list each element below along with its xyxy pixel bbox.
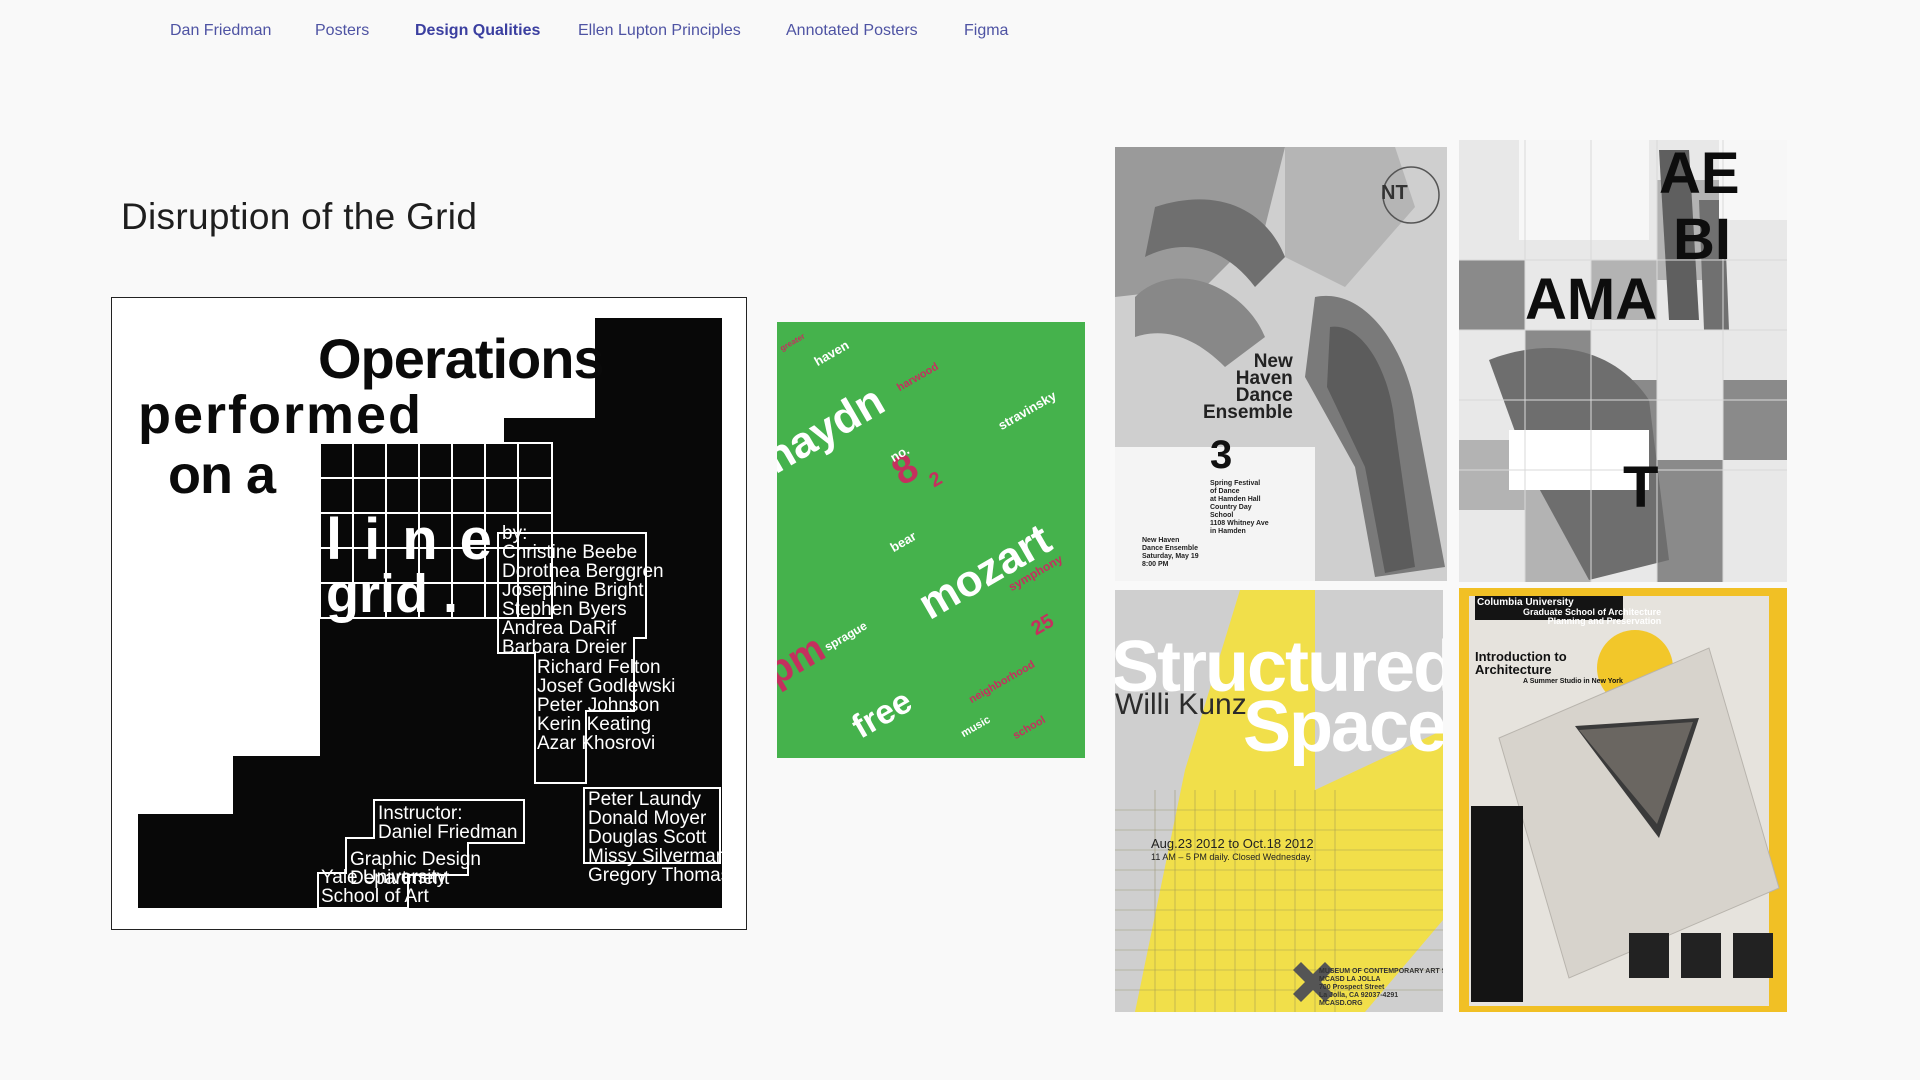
poster-headline-5: grid . [326, 564, 458, 624]
poster-free: free [845, 682, 919, 747]
dance-description: Spring Festival of Dance at Hamden Hall … [1210, 480, 1269, 535]
structured-museum: MUSEUM OF CONTEMPORARY ART SAN DIEGO MCA… [1319, 968, 1443, 1007]
structured-artist: Willi Kunz [1115, 688, 1247, 721]
structured-hours: 11 AM – 5 PM daily. Closed Wednesday. [1151, 852, 1312, 862]
poster-hand-grid[interactable]: AE BI AMA T [1459, 140, 1787, 582]
nav-posters[interactable]: Posters [315, 22, 369, 40]
grid-letters-t: T [1623, 455, 1659, 520]
poster-music: music [959, 713, 993, 740]
poster-greater: greater [778, 331, 807, 353]
poster-stravinsky: stravinsky [995, 387, 1059, 433]
structured-title-2: Space [1243, 687, 1443, 767]
grid-letters-ae: AE [1659, 141, 1740, 206]
poster-names-a: Christine Beebe Dorothea Berggren Joseph… [502, 542, 664, 658]
poster-by-label: by: [502, 523, 528, 544]
poster-names-c: Peter Laundy Donald Moyer Douglas Scott … [588, 789, 731, 886]
poster-headline-3: on a [168, 445, 276, 505]
nav-ellen-lupton-principles[interactable]: Ellen Lupton Principles [578, 22, 741, 40]
poster-harwood: harwood [895, 360, 941, 394]
poster-number-sub: 2 [925, 467, 947, 493]
poster-instructor: Instructor: Daniel Friedman [378, 803, 518, 843]
poster-new-haven-dance[interactable]: NT New Haven Dance Ensemble 3 Spring Fes… [1115, 147, 1447, 581]
poster-haydn-mozart[interactable]: haydn mozart free pm 8 2 no. stravinsky … [777, 322, 1085, 758]
dance-details: New Haven Dance Ensemble Saturday, May 1… [1142, 537, 1199, 568]
poster-school: Yale University School of Art [321, 867, 447, 907]
nav-design-qualities[interactable]: Design Qualities [415, 22, 540, 40]
poster-headline-1: Operations [318, 327, 605, 390]
poster-school-word: school [1011, 713, 1048, 742]
nav-figma[interactable]: Figma [964, 22, 1008, 40]
grid-letters-ama: AMA [1525, 267, 1658, 332]
dance-number: 3 [1210, 433, 1233, 477]
poster-names-b: Richard Felton Josef Godlewski Peter Joh… [537, 657, 676, 754]
columbia-subtitle: A Summer Studio in New York [1523, 678, 1623, 685]
nav-annotated-posters[interactable]: Annotated Posters [786, 22, 918, 40]
poster-operations-line-grid[interactable]: Operations performed on a line grid . by… [111, 297, 747, 930]
poster-columbia-architecture[interactable]: Columbia University Graduate School of A… [1459, 588, 1787, 1012]
poster-haydn: haydn [777, 375, 893, 484]
columbia-title: Introduction to Architecture [1475, 649, 1567, 677]
poster-neighborhood: neighborhood [967, 658, 1038, 706]
nav-dan-friedman[interactable]: Dan Friedman [170, 22, 271, 40]
dance-logo: NT [1381, 182, 1408, 204]
poster-bear: bear [887, 528, 919, 555]
poster-haven: haven [811, 337, 852, 369]
structured-dates: Aug.23 2012 to Oct.18 2012 [1151, 836, 1314, 851]
poster-sprague: sprague [822, 618, 870, 654]
grid-letters-bi: BI [1673, 207, 1731, 272]
poster-headline-2: performed [138, 385, 424, 445]
columbia-school: Graduate School of Architecture Planning… [1523, 607, 1662, 626]
poster-structured-space[interactable]: Structured Space Willi Kunz Aug.23 2012 … [1115, 590, 1443, 1012]
poster-25: 25 [1027, 609, 1058, 641]
poster-pm: pm [777, 626, 833, 695]
dance-title: New Haven Dance Ensemble [1203, 351, 1293, 423]
page-title: Disruption of the Grid [121, 196, 478, 237]
